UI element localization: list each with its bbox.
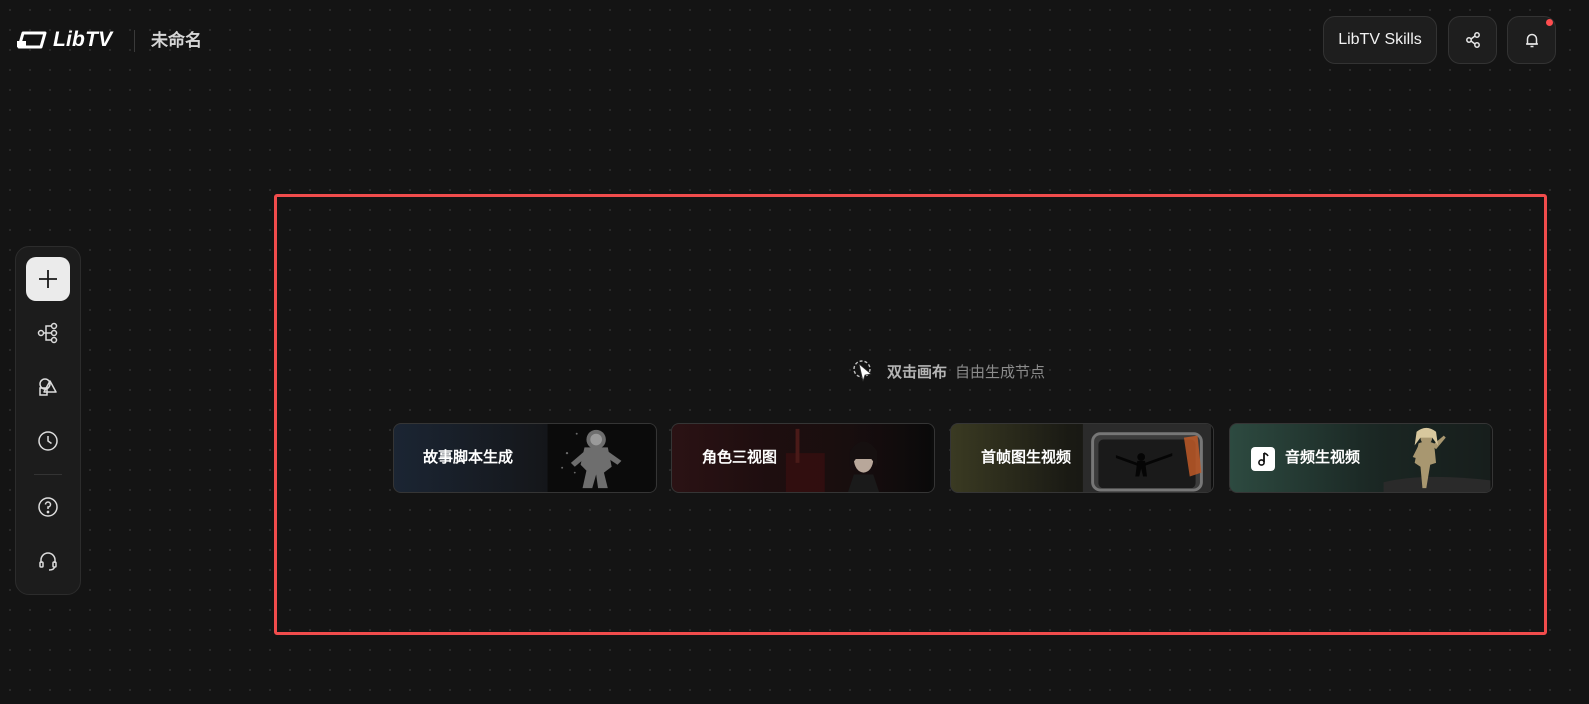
template-card-story-script[interactable]: 故事脚本生成: [393, 423, 657, 493]
notifications-button[interactable]: [1507, 16, 1556, 64]
portrait-image: [766, 424, 932, 492]
template-card-audio-video[interactable]: 音频生视频: [1229, 423, 1493, 493]
headset-icon: [39, 552, 57, 571]
title-divider: [134, 30, 135, 52]
template-card-label: 故事脚本生成: [423, 449, 514, 466]
logo-text: LibTV: [53, 28, 113, 51]
libtv-skills-label: LibTV Skills: [1338, 31, 1422, 48]
workflow-button[interactable]: [26, 311, 70, 355]
workflow-nodes-icon: [37, 322, 58, 344]
bell-icon: [1525, 33, 1538, 48]
hint-weak-text: 自由生成节点: [955, 363, 1046, 381]
notification-dot: [1546, 19, 1553, 26]
clock-icon: [38, 431, 58, 451]
document-title[interactable]: 未命名: [151, 30, 202, 52]
plus-icon: [39, 270, 57, 288]
hint-strong-text: 双击画布: [887, 363, 948, 381]
shapes-icon: [39, 378, 57, 396]
share-icon: [1465, 32, 1480, 48]
dancer-image: [1383, 424, 1491, 492]
history-button[interactable]: [26, 419, 70, 463]
top-bar: LibTV 未命名 LibTV Skills: [0, 0, 1589, 80]
template-card-first-frame-video[interactable]: 首帧图生视频: [950, 423, 1214, 493]
template-card-label: 首帧图生视频: [981, 449, 1072, 466]
assets-button[interactable]: [26, 365, 70, 409]
add-node-button[interactable]: [26, 257, 70, 301]
help-button[interactable]: [26, 485, 70, 529]
astronaut-image: [547, 424, 655, 492]
left-toolbar: [15, 246, 81, 595]
libtv-skills-button[interactable]: LibTV Skills: [1323, 16, 1437, 64]
template-card-character-views[interactable]: 角色三视图: [671, 423, 935, 493]
toolbar-divider: [34, 474, 62, 475]
share-button[interactable]: [1448, 16, 1497, 64]
canvas-hint: 双击画布 自由生成节点: [851, 358, 1045, 384]
silhouette-frame-image: [1082, 424, 1212, 492]
libtv-logo-icon: [17, 31, 47, 49]
music-note-icon: [1251, 447, 1275, 471]
double-click-cursor-icon: [853, 360, 872, 382]
support-button[interactable]: [26, 539, 70, 583]
question-circle-icon: [38, 497, 58, 517]
canvas-highlight-box: [274, 194, 1547, 635]
logo[interactable]: LibTV: [15, 28, 112, 52]
template-card-label: 音频生视频: [1285, 449, 1361, 466]
